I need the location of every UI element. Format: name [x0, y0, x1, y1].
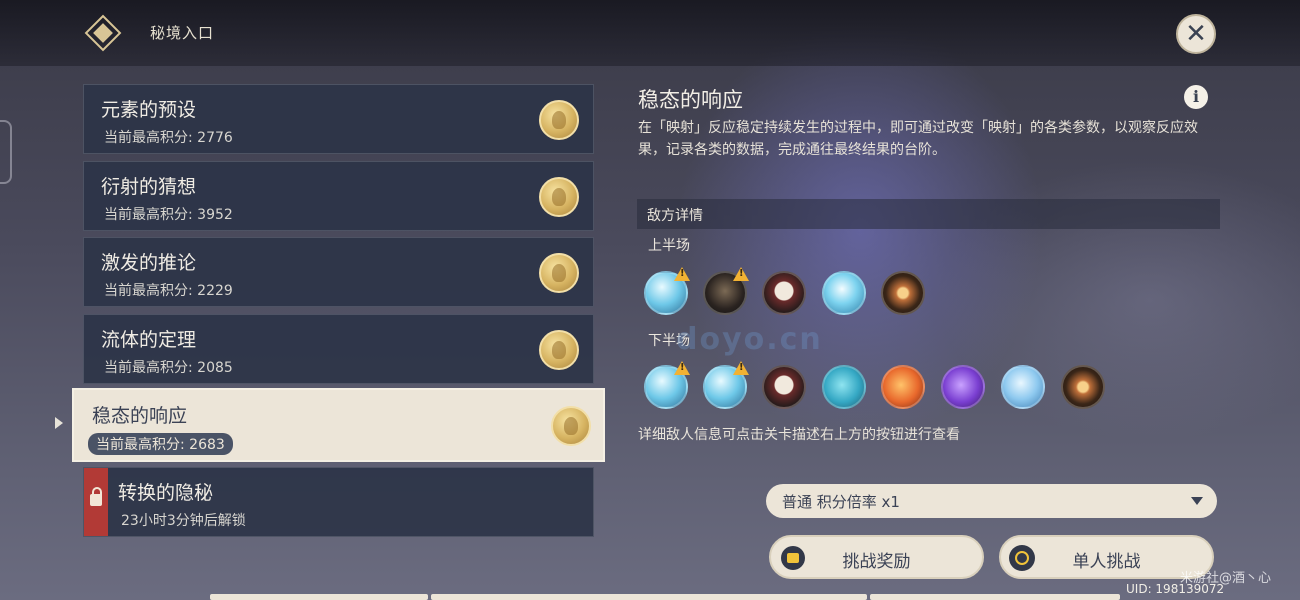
level-name: 稳态的响应: [92, 405, 188, 427]
masked-hilichurl-icon[interactable]: [762, 271, 806, 315]
warning-icon: [674, 361, 690, 375]
enemy-section-label: 敌方详情: [647, 208, 703, 224]
unlock-countdown: 23小时3分钟后解锁: [121, 513, 246, 529]
level-score: 当前最高积分: 3952: [104, 207, 233, 223]
masked-hilichurl-icon[interactable]: [762, 365, 806, 409]
reward-coin-icon: [551, 406, 591, 446]
warning-icon: [733, 361, 749, 375]
level-card-3[interactable]: 激发的推论 当前最高积分: 2229: [83, 237, 594, 307]
info-icon[interactable]: i: [1184, 85, 1208, 109]
level-name: 衍射的猜想: [101, 176, 197, 198]
reward-coin-icon: [539, 100, 579, 140]
reward-coin-icon: [539, 253, 579, 293]
detail-description: 在「映射」反应稳定持续发生的过程中，即可通过改变「映射」的各类参数，以观察反应效…: [638, 120, 1198, 158]
level-card-2[interactable]: 衍射的猜想 当前最高积分: 3952: [83, 161, 594, 231]
top-bar: 秘境入口 ✕: [0, 0, 1300, 66]
difficulty-select[interactable]: 普通 积分倍率 x1: [766, 484, 1217, 518]
level-name: 元素的预设: [101, 99, 197, 121]
enemy-section-header: 敌方详情: [637, 199, 1220, 229]
cryo-slime-icon[interactable]: [822, 271, 866, 315]
bottom-divider: [431, 594, 867, 600]
detail-title: 稳态的响应: [638, 88, 743, 112]
side-tab-handle[interactable]: [0, 120, 12, 184]
challenge-reward-button[interactable]: 挑战奖励: [769, 535, 984, 579]
level-card-1[interactable]: 元素的预设 当前最高积分: 2776: [83, 84, 594, 154]
level-card-5-selected[interactable]: 稳态的响应 当前最高积分: 2683: [72, 388, 605, 462]
bottom-divider: [210, 594, 428, 600]
level-name: 流体的定理: [101, 329, 197, 351]
warning-icon: [674, 267, 690, 281]
close-x-icon: ✕: [1185, 19, 1207, 49]
geo-core-icon[interactable]: [1061, 365, 1105, 409]
reward-coin-icon: [539, 177, 579, 217]
reward-coin-icon: [539, 330, 579, 370]
first-half-label: 上半场: [648, 238, 690, 254]
level-score: 当前最高积分: 2683: [88, 433, 233, 455]
cryo-crystal-icon[interactable]: [1001, 365, 1045, 409]
selection-arrow-icon: [55, 417, 63, 429]
hydro-slime-icon[interactable]: [822, 365, 866, 409]
difficulty-select-value: 普通 积分倍率 x1: [782, 493, 900, 511]
bottom-divider: [870, 594, 1120, 600]
pyro-slime-icon[interactable]: [881, 365, 925, 409]
level-name: 激发的推论: [101, 252, 197, 274]
level-score: 当前最高积分: 2229: [104, 283, 233, 299]
enemy-hint: 详细敌人信息可点击关卡描述右上方的按钮进行查看: [638, 427, 960, 443]
warning-icon: [733, 267, 749, 281]
uid-label: UID: 198139072: [1126, 582, 1225, 596]
site-watermark: doyo.cn: [676, 322, 823, 357]
lock-strip: [84, 468, 108, 536]
close-button[interactable]: ✕: [1176, 14, 1216, 54]
page-title: 秘境入口: [150, 24, 215, 42]
level-score: 当前最高积分: 2085: [104, 360, 233, 376]
level-card-6-locked[interactable]: 转换的隐秘 23小时3分钟后解锁: [83, 467, 594, 537]
domain-diamond-icon: [84, 14, 122, 52]
chevron-down-icon: [1191, 497, 1203, 505]
level-name: 转换的隐秘: [118, 482, 214, 504]
challenge-reward-label: 挑战奖励: [842, 552, 911, 572]
level-card-4[interactable]: 流体的定理 当前最高积分: 2085: [83, 314, 594, 384]
level-score: 当前最高积分: 2776: [104, 130, 233, 146]
geo-core-icon[interactable]: [881, 271, 925, 315]
electro-slime-icon[interactable]: [941, 365, 985, 409]
lock-icon: [90, 487, 102, 506]
